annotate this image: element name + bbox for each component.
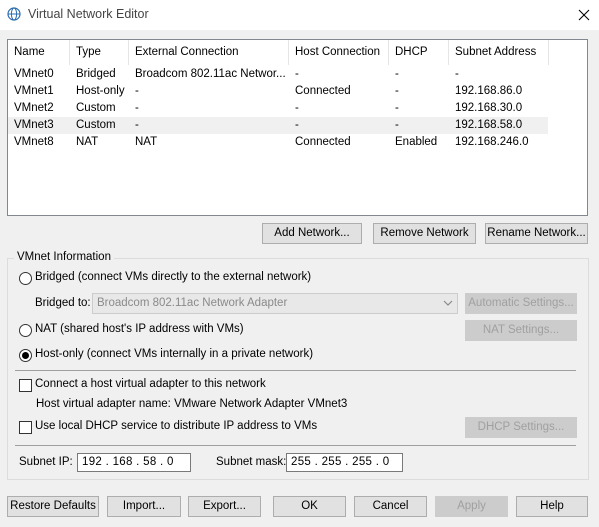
bridged-label[interactable]: Bridged (connect VMs directly to the ext… [35, 271, 311, 283]
table-cell: Custom [76, 119, 116, 131]
subnet-mask-input[interactable]: 255 . 255 . 255 . 0 [286, 453, 403, 472]
table-cell: VMnet1 [14, 85, 54, 97]
adapter-name-text: Host virtual adapter name: VMware Networ… [36, 398, 348, 410]
column-header-subnet-address[interactable]: Subnet Address [449, 40, 549, 65]
title-bar: Virtual Network Editor [0, 0, 599, 30]
dhcp-settings-button[interactable]: DHCP Settings... [465, 417, 577, 438]
table-cell: 192.168.58.0 [455, 119, 523, 131]
column-header-name[interactable]: Name [8, 40, 70, 65]
add-network-button[interactable]: Add Network... [262, 223, 362, 244]
table-cell: Connected [295, 85, 351, 97]
table-cell: VMnet0 [14, 68, 54, 80]
table-cell: Broadcom 802.11ac Networ... [135, 68, 286, 80]
rename-network-button[interactable]: Rename Network... [485, 223, 588, 244]
table-cell: 192.168.246.0 [455, 136, 529, 148]
table-cell: - [455, 68, 459, 80]
table-cell: - [395, 119, 399, 131]
chevron-down-icon [443, 300, 453, 306]
nat-settings-button[interactable]: NAT Settings... [465, 320, 577, 341]
table-cell: Host-only [76, 85, 125, 97]
column-header-external-connection[interactable]: External Connection [129, 40, 289, 65]
remove-network-button[interactable]: Remove Network [373, 223, 476, 244]
table-cell: - [295, 102, 299, 114]
column-header-dhcp[interactable]: DHCP [389, 40, 449, 65]
table-cell: VMnet8 [14, 136, 54, 148]
table-cell: Bridged [76, 68, 116, 80]
table-cell: - [295, 68, 299, 80]
connect-adapter-checkbox[interactable] [19, 379, 32, 392]
table-cell: - [395, 68, 399, 80]
nat-label[interactable]: NAT (shared host's IP address with VMs) [35, 323, 244, 335]
dhcp-label[interactable]: Use local DHCP service to distribute IP … [35, 420, 317, 432]
connect-adapter-label[interactable]: Connect a host virtual adapter to this n… [35, 378, 266, 390]
close-icon [578, 9, 589, 21]
separator [15, 370, 576, 371]
export-button[interactable]: Export... [188, 496, 261, 517]
restore-defaults-button[interactable]: Restore Defaults [7, 496, 99, 517]
table-cell: - [135, 85, 139, 97]
table-cell: - [395, 85, 399, 97]
table-row[interactable]: VMnet8 NAT NAT Connected Enabled 192.168.246.… [8, 134, 548, 151]
automatic-settings-button[interactable]: Automatic Settings... [465, 293, 577, 314]
subnet-ip-input[interactable]: 192 . 168 . 58 . 0 [77, 453, 191, 472]
apply-button[interactable]: Apply [435, 496, 508, 517]
table-cell: Enabled [395, 136, 438, 148]
table-row[interactable]: VMnet0 Bridged Broadcom 802.11ac Networ...… [8, 66, 548, 83]
host-only-radio[interactable] [19, 349, 32, 362]
cancel-button[interactable]: Cancel [354, 496, 427, 517]
help-button[interactable]: Help [516, 496, 588, 517]
window-title: Virtual Network Editor [28, 7, 149, 21]
table-cell: 192.168.30.0 [455, 102, 523, 114]
table-header: Name Type External Connection Host Conne… [8, 40, 587, 65]
column-header-type[interactable]: Type [70, 40, 129, 65]
subnet-ip-label: Subnet IP: [19, 456, 73, 468]
separator [15, 445, 576, 446]
table-row[interactable]: VMnet1 Host-only - Connected -192.168.86.0 [8, 83, 548, 100]
table-cell: - [295, 119, 299, 131]
bridged-to-dropdown[interactable]: Broadcom 802.11ac Network Adapter [92, 293, 458, 314]
table-row[interactable]: VMnet2 Custom - - - 192.168.30.0 [8, 100, 548, 117]
close-button[interactable] [568, 0, 599, 30]
table-cell: VMnet3 [14, 119, 54, 131]
network-globe-icon [7, 7, 21, 21]
table-cell: Custom [76, 102, 116, 114]
table-cell: - [135, 102, 139, 114]
table-cell: Connected [295, 136, 351, 148]
group-label: VMnet Information [14, 251, 114, 263]
column-header-host-connection[interactable]: Host Connection [289, 40, 389, 65]
import-button[interactable]: Import... [107, 496, 181, 517]
subnet-mask-label: Subnet mask: [216, 456, 287, 468]
table-cell: VMnet2 [14, 102, 54, 114]
host-only-label[interactable]: Host-only (connect VMs internally in a p… [35, 348, 313, 360]
radio-selected-dot [22, 352, 29, 359]
dhcp-checkbox[interactable] [19, 421, 32, 434]
table-cell: 192.168.86.0 [455, 85, 523, 97]
vmnet-information-group [7, 258, 589, 480]
bridged-to-value: Broadcom 802.11ac Network Adapter [97, 297, 288, 309]
bridged-to-label: Bridged to: [35, 297, 91, 309]
table-cell: NAT [76, 136, 99, 148]
ok-button[interactable]: OK [273, 496, 346, 517]
table-cell: - [395, 102, 399, 114]
table-cell: NAT [135, 136, 158, 148]
table-cell: - [135, 119, 139, 131]
networks-table[interactable]: Name Type External Connection Host Conne… [7, 39, 588, 216]
bridged-radio[interactable] [19, 272, 32, 285]
nat-radio[interactable] [19, 324, 32, 337]
table-row[interactable]: VMnet3 Custom - - - 192.168.58.0 [8, 117, 548, 134]
